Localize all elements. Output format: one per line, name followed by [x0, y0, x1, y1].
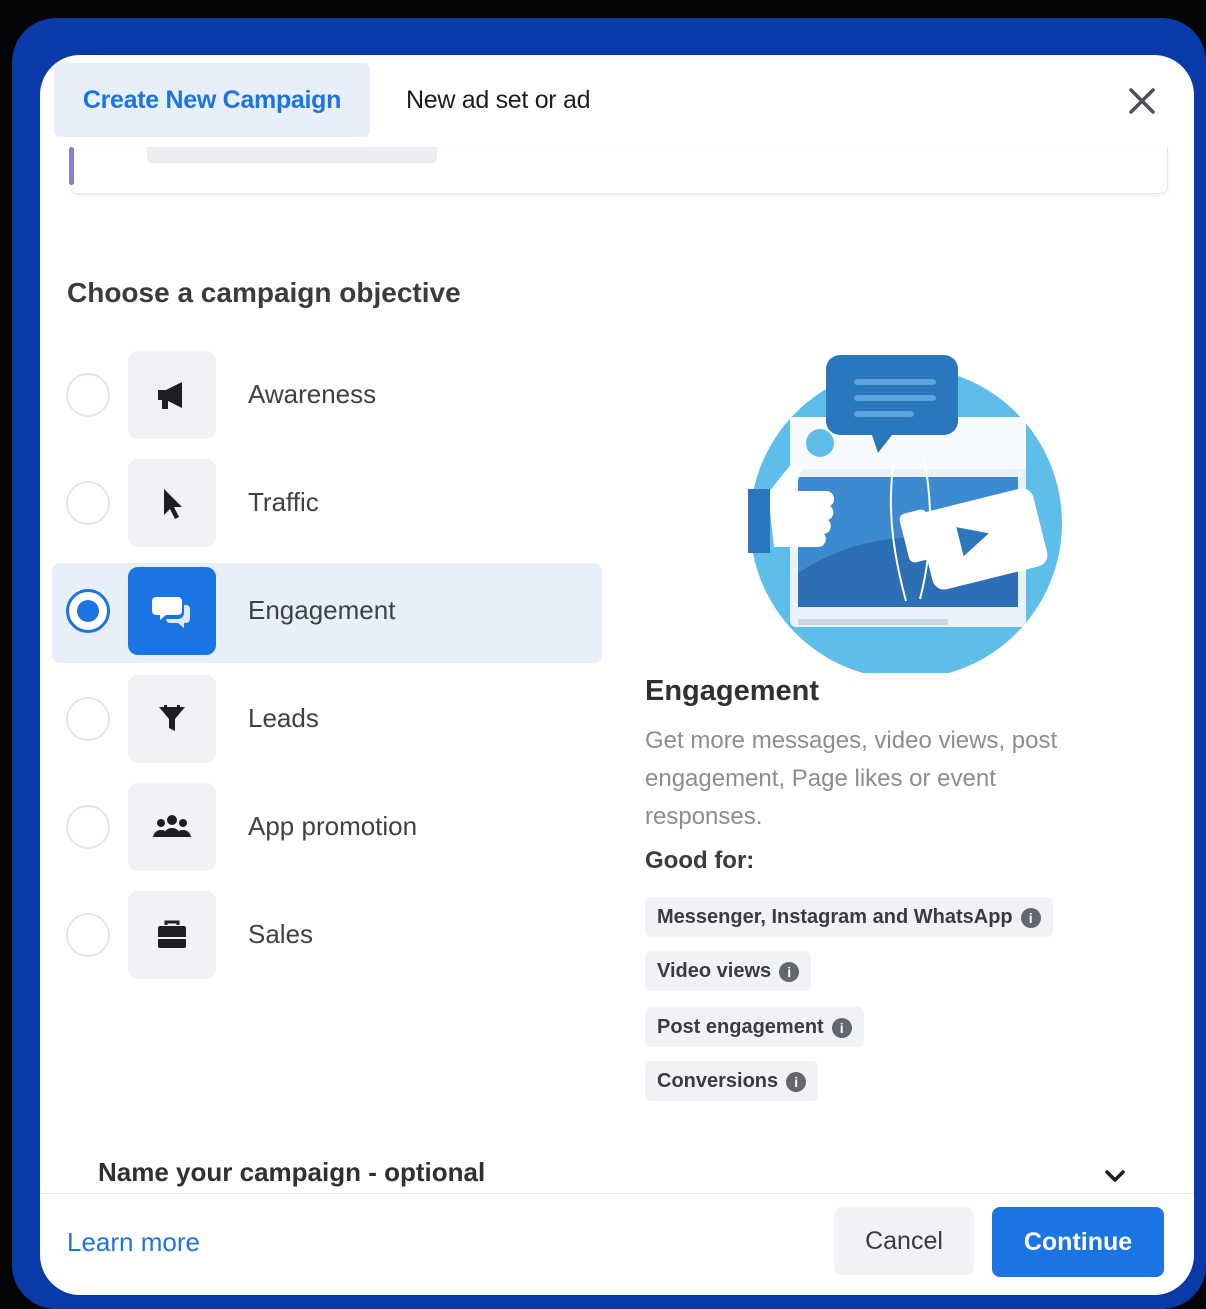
objective-icon-tile — [128, 567, 216, 655]
objective-icon-tile — [128, 351, 216, 439]
cursor-icon — [164, 489, 182, 519]
previous-section-card — [69, 147, 1168, 194]
footer-divider — [40, 1193, 1194, 1194]
objective-detail-description: Get more messages, video views, post eng… — [645, 727, 1058, 830]
objective-sales[interactable]: Sales — [52, 887, 602, 987]
expand-button[interactable] — [1100, 1161, 1130, 1191]
objective-awareness[interactable]: Awareness — [52, 347, 602, 447]
section-title: Choose a campaign objective — [67, 277, 461, 308]
objective-label: Engagement — [248, 595, 396, 625]
objective-leads[interactable]: Leads — [52, 671, 602, 771]
radio-button-selected[interactable] — [66, 589, 110, 633]
cancel-button[interactable]: Cancel — [834, 1207, 974, 1275]
chat-bubbles-icon — [152, 597, 190, 628]
radio-button[interactable] — [66, 913, 110, 957]
good-for-tag[interactable]: Post engagement i — [645, 1007, 864, 1047]
chevron-down-icon — [1105, 1170, 1125, 1182]
tab-new-ad-set-or-ad[interactable]: New ad set or ad — [406, 63, 591, 137]
objective-detail-title: Engagement — [645, 675, 820, 707]
objective-icon-tile — [128, 675, 216, 763]
objective-icon-tile — [128, 783, 216, 871]
info-icon[interactable]: i — [831, 1017, 852, 1038]
radio-button[interactable] — [66, 481, 110, 525]
objective-icon-tile — [128, 891, 216, 979]
objective-label: Sales — [248, 919, 314, 949]
objective-engagement[interactable]: Engagement — [52, 563, 602, 663]
info-icon[interactable]: i — [779, 961, 800, 982]
good-for-tag-label: Messenger, Instagram and WhatsApp — [657, 906, 1013, 928]
megaphone-icon — [158, 382, 182, 409]
create-campaign-dialog: Create New Campaign New ad set or ad Cho… — [40, 55, 1194, 1295]
briefcase-icon — [158, 920, 186, 948]
info-icon[interactable]: i — [786, 1071, 807, 1092]
info-icon[interactable]: i — [1020, 907, 1041, 928]
radio-button[interactable] — [66, 805, 110, 849]
good-for-tag[interactable]: Messenger, Instagram and WhatsApp i — [645, 897, 1053, 937]
good-for-tag[interactable]: Conversions i — [645, 1061, 819, 1101]
good-for-label: Good for: — [645, 847, 755, 874]
good-for-tag-label: Video views — [657, 960, 772, 982]
objective-label: Traffic — [248, 487, 319, 517]
funnel-icon — [159, 705, 185, 731]
radio-button[interactable] — [66, 697, 110, 741]
objective-label: App promotion — [248, 811, 418, 841]
objective-icon-tile — [128, 459, 216, 547]
continue-button[interactable]: Continue — [992, 1207, 1164, 1277]
learn-more-link[interactable]: Learn more — [67, 1227, 200, 1258]
close-icon — [1129, 88, 1155, 114]
good-for-tag-label: Post engagement — [657, 1016, 824, 1038]
objective-label: Awareness — [248, 379, 377, 409]
name-campaign-toggle[interactable]: Name your campaign - optional — [98, 1157, 485, 1188]
card-placeholder-bar — [147, 147, 437, 163]
good-for-tag-label: Conversions — [657, 1070, 779, 1092]
tab-create-new-campaign[interactable]: Create New Campaign — [54, 63, 370, 137]
card-accent-bar — [69, 147, 74, 185]
radio-button[interactable] — [66, 373, 110, 417]
people-icon — [153, 815, 191, 837]
close-button[interactable] — [1120, 79, 1164, 123]
good-for-tag[interactable]: Video views i — [645, 951, 812, 991]
objective-app-promotion[interactable]: App promotion — [52, 779, 602, 879]
objective-traffic[interactable]: Traffic — [52, 455, 602, 555]
engagement-illustration — [728, 343, 1068, 679]
objective-label: Leads — [248, 703, 319, 733]
tab-bar: Create New Campaign New ad set or ad — [40, 55, 1194, 147]
